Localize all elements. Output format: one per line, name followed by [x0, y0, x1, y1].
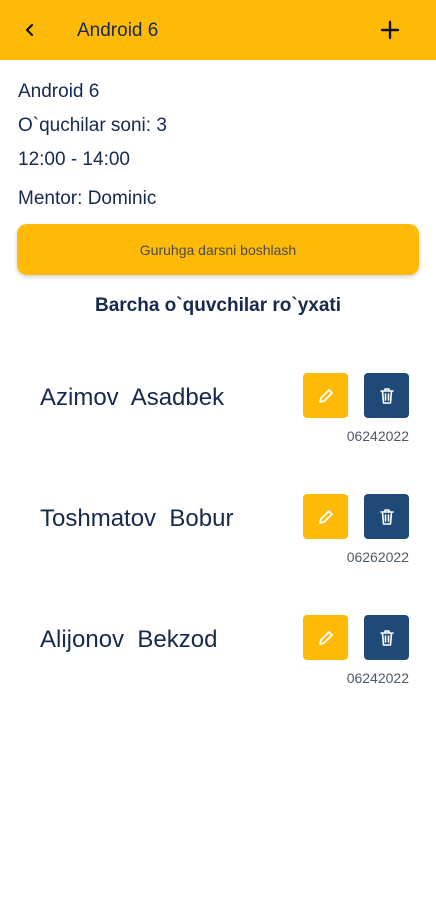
mentor-name: Mentor: Dominic [18, 188, 157, 209]
student-name: Alijonov Bekzod [40, 626, 218, 653]
pencil-icon [318, 388, 333, 403]
delete-button[interactable] [364, 615, 409, 660]
back-button[interactable] [14, 14, 46, 46]
edit-button[interactable] [303, 373, 348, 418]
students-list-heading: Barcha o`quvchilar ro`yxati [94, 295, 342, 316]
pencil-icon [318, 630, 333, 645]
add-student-button[interactable] [374, 14, 406, 46]
trash-icon [379, 508, 394, 525]
students-count: O`quchilar soni: 3 [18, 115, 167, 136]
student-name: Toshmatov Bobur [40, 505, 234, 532]
student-row: Alijonov Bekzod 06242022 [0, 615, 436, 715]
student-date: 06262022 [346, 549, 409, 565]
group-name: Android 6 [18, 81, 100, 102]
delete-button[interactable] [364, 373, 409, 418]
student-name: Azimov Asadbek [40, 384, 225, 411]
edit-button[interactable] [303, 615, 348, 660]
student-row: Azimov Asadbek 06242022 [0, 373, 436, 473]
lesson-time: 12:00 - 14:00 [18, 149, 130, 170]
edit-button[interactable] [303, 494, 348, 539]
app-bar-title: Android 6 [77, 20, 159, 41]
back-arrow-icon [25, 23, 34, 37]
trash-icon [379, 387, 394, 404]
trash-icon [379, 629, 394, 646]
student-date: 06242022 [346, 670, 409, 686]
start-lesson-button[interactable]: Guruhga darsni boshlash [17, 224, 419, 275]
delete-button[interactable] [364, 494, 409, 539]
plus-icon [380, 20, 400, 40]
pencil-icon [318, 509, 333, 524]
app-bar: Android 6 [0, 0, 436, 60]
student-date: 06242022 [346, 428, 409, 444]
student-row: Toshmatov Bobur 06262022 [0, 494, 436, 594]
